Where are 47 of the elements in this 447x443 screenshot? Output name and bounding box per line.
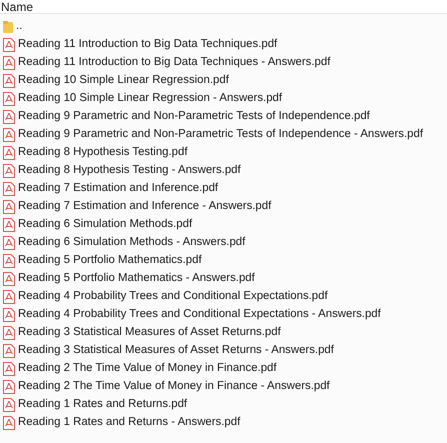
file-row[interactable]: Reading 2 The Time Value of Money in Finance - Answers.pdf [0, 378, 447, 396]
folder-icon [3, 21, 13, 33]
file-row[interactable]: Reading 3 Statistical Measures of Asset Returns.pdf [0, 324, 447, 342]
pdf-file-icon [3, 290, 15, 304]
file-row[interactable]: Reading 10 Simple Linear Regression.pdf [0, 72, 447, 90]
file-row[interactable]: Reading 9 Parametric and Non-Parametric Tests of Independence - Answers.pdf [0, 126, 447, 144]
file-row[interactable]: Reading 3 Statistical Measures of Asset Returns - Answers.pdf [0, 342, 447, 360]
file-row[interactable]: Reading 4 Probability Trees and Conditional Expectations - Answers.pdf [0, 306, 447, 324]
pdf-file-icon [3, 344, 15, 358]
pdf-file-icon [3, 128, 15, 142]
file-row[interactable]: Reading 10 Simple Linear Regression - Answers.pdf [0, 90, 447, 108]
pdf-file-icon [3, 272, 15, 286]
file-row[interactable]: Reading 4 Probability Trees and Conditional Expectations.pdf [0, 288, 447, 306]
pdf-file-icon [3, 254, 15, 268]
file-row[interactable]: Reading 2 The Time Value of Money in Finance.pdf [0, 360, 447, 378]
pdf-file-icon [3, 362, 15, 376]
file-row[interactable]: Reading 8 Hypothesis Testing.pdf [0, 144, 447, 162]
pdf-file-icon [3, 200, 15, 214]
column-header[interactable]: Name [0, 0, 34, 14]
pdf-file-icon [3, 326, 15, 340]
pdf-file-icon [3, 182, 15, 196]
pdf-file-icon [3, 416, 15, 430]
file-row[interactable]: Reading 6 Simulation Methods.pdf [0, 216, 447, 234]
file-row[interactable]: Reading 1 Rates and Returns.pdf [0, 396, 447, 414]
pdf-file-icon [3, 92, 15, 106]
file-row[interactable]: Reading 6 Simulation Methods - Answers.pdf [0, 234, 447, 252]
file-row[interactable]: Reading 11 Introduction to Big Data Techniques.pdf [0, 36, 447, 54]
file-row[interactable]: Reading 8 Hypothesis Testing - Answers.pdf [0, 162, 447, 180]
file-row[interactable]: Reading 5 Portfolio Mathematics - Answers.pdf [0, 270, 447, 288]
file-row[interactable]: Reading 1 Rates and Returns - Answers.pdf [0, 414, 447, 432]
pdf-file-icon [3, 236, 15, 250]
pdf-file-icon [3, 74, 15, 88]
file-row[interactable]: Reading 7 Estimation and Inference - Answers.pdf [0, 198, 447, 216]
file-row[interactable]: Reading 5 Portfolio Mathematics.pdf [0, 252, 447, 270]
pdf-file-icon [3, 56, 15, 70]
pdf-file-icon [3, 398, 15, 412]
pdf-file-icon [3, 146, 15, 160]
file-row[interactable]: Reading 11 Introduction to Big Data Techniques - Answers.pdf [0, 54, 447, 72]
pdf-file-icon [3, 164, 15, 178]
folder-row[interactable]: .. [0, 18, 447, 36]
pdf-file-icon [3, 218, 15, 232]
pdf-file-icon [3, 110, 15, 124]
pdf-file-icon [3, 380, 15, 394]
file-row[interactable]: Reading 9 Parametric and Non-Parametric Tests of Independence.pdf [0, 108, 447, 126]
pdf-file-icon [3, 38, 15, 52]
file-row[interactable]: Reading 7 Estimation and Inference.pdf [0, 180, 447, 198]
pdf-file-icon [3, 308, 15, 322]
